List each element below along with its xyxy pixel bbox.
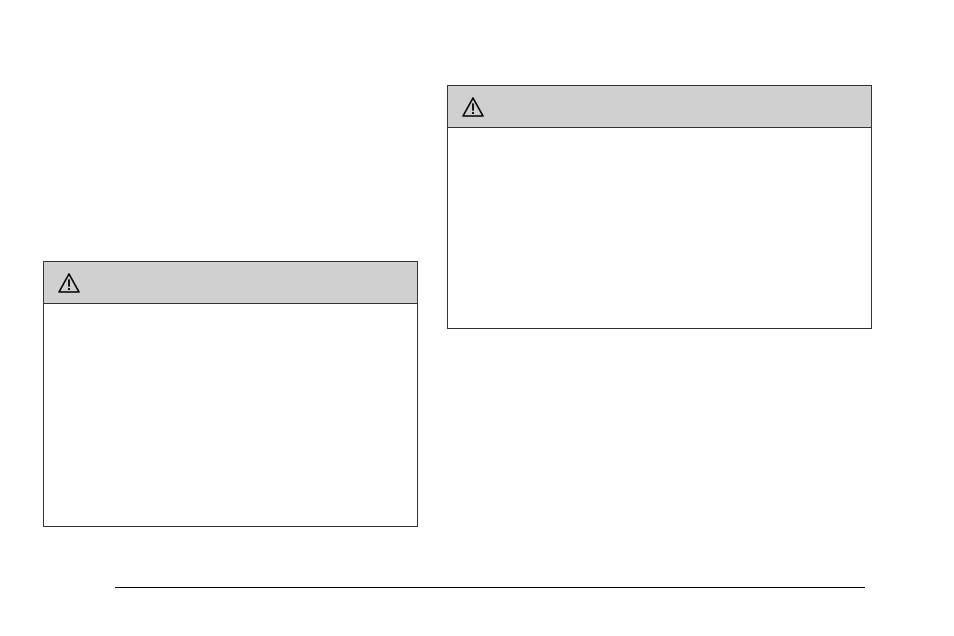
warning-panel-right: [447, 85, 872, 329]
warning-triangle-icon: [58, 273, 80, 293]
warning-triangle-icon: [462, 97, 484, 117]
warning-panel-left: [43, 261, 418, 527]
panel-header: [448, 86, 871, 128]
panel-header: [44, 262, 417, 304]
horizontal-rule: [115, 587, 865, 588]
